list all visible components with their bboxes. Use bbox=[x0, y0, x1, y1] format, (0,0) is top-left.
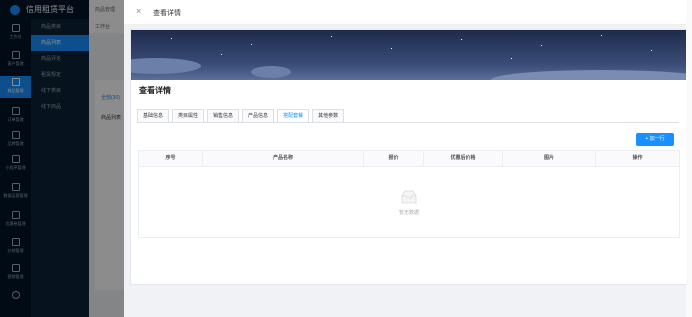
column-header-price: 报价 bbox=[364, 151, 424, 166]
tab-basic-info[interactable]: 基础信息 bbox=[137, 109, 170, 123]
tab-category-attributes[interactable]: 类目属性 bbox=[172, 109, 205, 123]
tab-product-info[interactable]: 产品信息 bbox=[242, 109, 275, 123]
column-header-image: 图片 bbox=[503, 151, 596, 166]
add-row-button[interactable]: + 加一行 bbox=[636, 133, 674, 146]
drawer-title: 查看详情 bbox=[153, 10, 181, 17]
detail-drawer: × 查看详情 查看详情 基础信息 类目属性 销售信息 产品信息 搭配套餐 其他参… bbox=[124, 0, 692, 317]
close-icon[interactable]: × bbox=[136, 6, 141, 16]
detail-tabs: 基础信息 类目属性 销售信息 产品信息 搭配套餐 其他参数 bbox=[137, 109, 347, 123]
detail-card: 查看详情 基础信息 类目属性 销售信息 产品信息 搭配套餐 其他参数 + 加一行… bbox=[130, 29, 688, 285]
drawer-header: × 查看详情 bbox=[124, 0, 692, 25]
tab-bundle-package[interactable]: 搭配套餐 bbox=[277, 109, 310, 123]
empty-text: 暂无数据 bbox=[398, 210, 419, 216]
column-header-product-name: 产品名称 bbox=[203, 151, 364, 166]
column-header-discount-price: 优惠后价格 bbox=[424, 151, 503, 166]
detail-title: 查看详情 bbox=[139, 86, 171, 95]
column-header-actions: 操作 bbox=[632, 155, 643, 161]
right-edge bbox=[686, 0, 692, 317]
tabs-divider bbox=[137, 122, 679, 123]
empty-inbox-icon bbox=[401, 190, 417, 204]
tab-sales-info[interactable]: 销售信息 bbox=[207, 109, 240, 123]
column-header-index: 序号 bbox=[139, 151, 203, 166]
bundle-table: 序号 产品名称 报价 优惠后价格 图片 操作 暂无数据 bbox=[138, 150, 680, 238]
banner-image bbox=[131, 30, 687, 80]
tab-other-params[interactable]: 其他参数 bbox=[312, 109, 345, 123]
table-header: 序号 产品名称 报价 优惠后价格 图片 操作 bbox=[139, 151, 679, 167]
